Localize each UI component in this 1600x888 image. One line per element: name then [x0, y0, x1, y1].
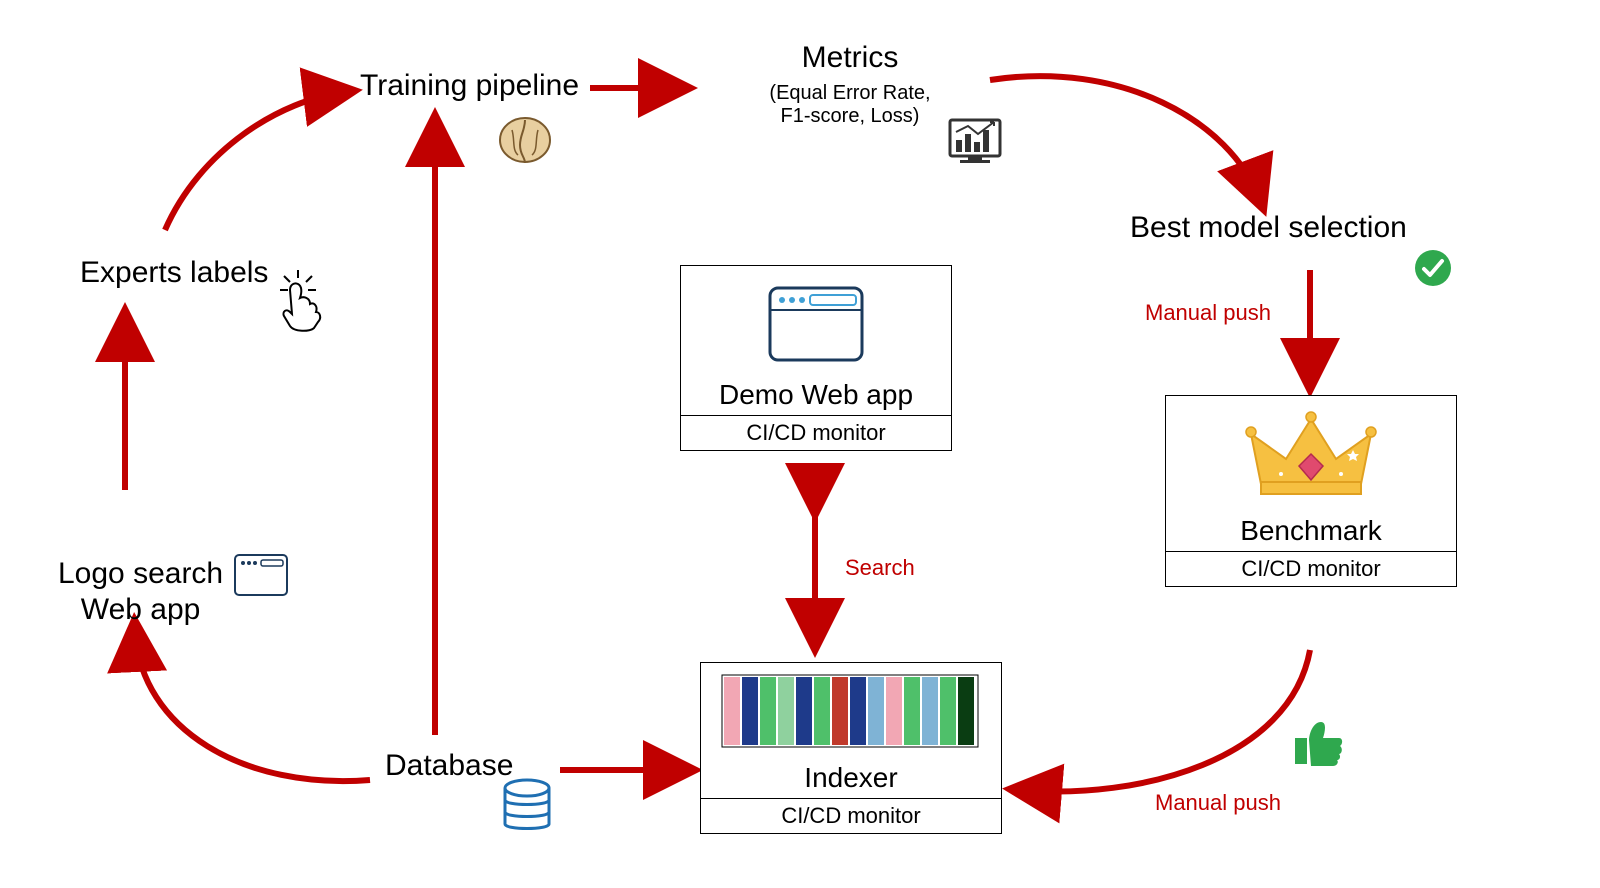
- browser-mini-icon: [235, 555, 287, 595]
- best-model-label: Best model selection: [1130, 211, 1407, 244]
- indexer-label: Indexer: [701, 758, 1001, 798]
- check-icon: [1415, 250, 1451, 286]
- database-label: Database: [385, 749, 513, 782]
- database-node: Database: [385, 748, 513, 784]
- brain-icon: [500, 118, 550, 163]
- diagram-canvas: Training pipeline Metrics (Equal Error R…: [0, 0, 1600, 888]
- search-edge-label: Search: [845, 555, 915, 581]
- database-icon: [505, 780, 549, 829]
- training-pipeline-node: Training pipeline: [360, 68, 579, 104]
- best-model-node: Best model selection: [1130, 210, 1407, 246]
- thumbs-up-icon: [1295, 722, 1342, 766]
- manual-push-2-label: Manual push: [1155, 790, 1281, 816]
- metrics-label: Metrics: [710, 40, 990, 76]
- indexer-box: Indexer CI/CD monitor: [700, 662, 1002, 834]
- touch-icon: [280, 270, 320, 331]
- crown-icon: [1241, 404, 1381, 504]
- benchmark-label: Benchmark: [1166, 511, 1456, 551]
- logo-search-label: Logo search Web app: [58, 557, 223, 626]
- benchmark-monitor: CI/CD monitor: [1166, 552, 1456, 586]
- training-pipeline-label: Training pipeline: [360, 69, 579, 102]
- demo-webapp-box: Demo Web app CI/CD monitor: [680, 265, 952, 451]
- metrics-node: Metrics (Equal Error Rate, F1-score, Los…: [710, 40, 990, 128]
- logo-search-node: Logo search Web app: [58, 520, 223, 628]
- browser-icon: [766, 284, 866, 364]
- barcode-icon: [716, 673, 986, 749]
- experts-labels-label: Experts labels: [80, 256, 268, 289]
- experts-labels-node: Experts labels: [80, 255, 268, 291]
- metrics-sublabel: (Equal Error Rate, F1-score, Loss): [710, 82, 990, 128]
- demo-webapp-monitor: CI/CD monitor: [681, 416, 951, 450]
- manual-push-1-label: Manual push: [1145, 300, 1271, 326]
- demo-webapp-label: Demo Web app: [681, 375, 951, 415]
- benchmark-box: Benchmark CI/CD monitor: [1165, 395, 1457, 587]
- indexer-monitor: CI/CD monitor: [701, 799, 1001, 833]
